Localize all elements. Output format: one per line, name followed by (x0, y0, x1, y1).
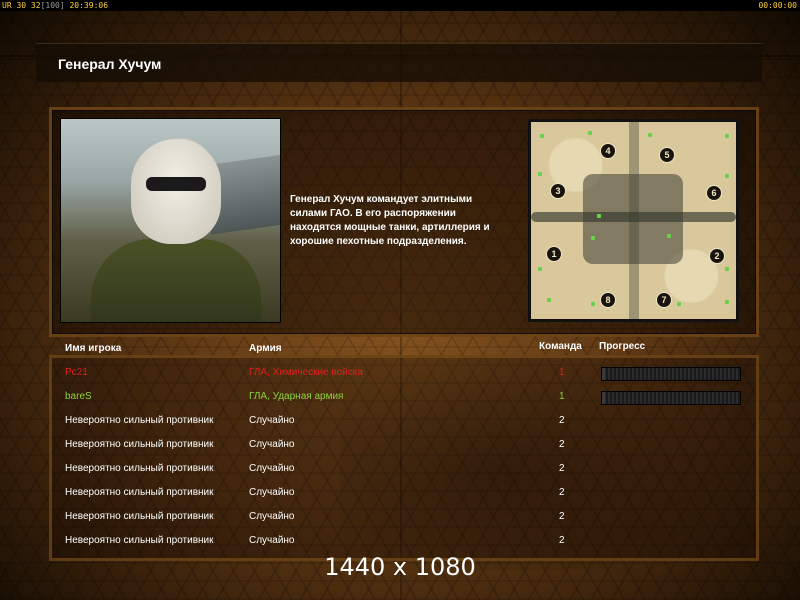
header-army: Армия (249, 343, 282, 354)
header-team: Команда (539, 341, 582, 352)
title-bar: Генерал Хучум (36, 43, 762, 82)
player-row[interactable]: Невероятно сильный противник Случайно 2 (65, 439, 745, 459)
supply-marker (648, 133, 652, 137)
status-bar: UR 30 32[100] 20:39:06 00:00:00 (0, 0, 800, 11)
status-timer: 00:00:00 (758, 1, 797, 10)
player-name: Невероятно сильный противник (65, 463, 214, 474)
player-team[interactable]: 2 (559, 511, 565, 522)
player-team[interactable]: 2 (559, 487, 565, 498)
player-team[interactable]: 2 (559, 463, 565, 474)
player-name: Невероятно сильный противник (65, 415, 214, 426)
supply-marker (725, 300, 729, 304)
player-name: Невероятно сильный противник (65, 487, 214, 498)
player-name: Невероятно сильный противник (65, 511, 214, 522)
supply-marker (591, 236, 595, 240)
player-name: bareS (65, 391, 92, 402)
status-left: UR 30 32[100] 20:39:06 (2, 0, 108, 11)
player-row[interactable]: Невероятно сильный противник Случайно 2 (65, 511, 745, 531)
resolution-label: 1440 x 1080 (324, 553, 476, 581)
minimap-river (531, 212, 736, 222)
start-position-1[interactable]: 1 (546, 246, 562, 262)
player-team[interactable]: 2 (559, 439, 565, 450)
player-row[interactable]: Невероятно сильный противник Случайно 2 (65, 535, 745, 555)
player-army[interactable]: ГЛА, Ударная армия (249, 391, 343, 402)
player-team[interactable]: 2 (559, 415, 565, 426)
player-army[interactable]: Случайно (249, 535, 295, 546)
general-description: Генерал Хучум командует элитными силами … (290, 194, 490, 247)
general-portrait (60, 118, 281, 323)
supply-marker (588, 131, 592, 135)
supply-marker (547, 298, 551, 302)
header-progress: Прогресс (599, 341, 646, 352)
supply-marker (725, 134, 729, 138)
progress-fill (602, 368, 605, 380)
start-position-4[interactable]: 4 (600, 143, 616, 159)
portrait-tank (211, 153, 280, 235)
supply-marker (538, 267, 542, 271)
status-clock: 20:39:06 (69, 1, 109, 10)
start-position-3[interactable]: 3 (550, 183, 566, 199)
player-name: Невероятно сильный противник (65, 535, 214, 546)
supply-marker (597, 214, 601, 218)
player-army[interactable]: Случайно (249, 439, 295, 450)
progress-fill (602, 392, 605, 404)
player-army[interactable]: Случайно (249, 487, 295, 498)
player-row[interactable]: Невероятно сильный противник Случайно 2 (65, 487, 745, 507)
portrait-glasses (146, 177, 206, 191)
player-army[interactable]: Случайно (249, 511, 295, 522)
supply-marker (725, 267, 729, 271)
loading-progress-bar (601, 391, 741, 405)
status-prefix: UR (2, 1, 12, 10)
player-row[interactable]: bareS ГЛА, Ударная армия 1 (65, 391, 745, 411)
start-position-5[interactable]: 5 (659, 147, 675, 163)
header-player-name: Имя игрока (65, 343, 122, 354)
player-row[interactable]: Pc21 ГЛА, Химические войска 1 (65, 367, 745, 387)
player-row[interactable]: Невероятно сильный противник Случайно 2 (65, 463, 745, 483)
start-position-6[interactable]: 6 (706, 185, 722, 201)
supply-marker (538, 172, 542, 176)
supply-marker (540, 134, 544, 138)
player-name: Невероятно сильный противник (65, 439, 214, 450)
player-army[interactable]: Случайно (249, 415, 295, 426)
supply-marker (667, 234, 671, 238)
supply-marker (677, 302, 681, 306)
start-position-8[interactable]: 8 (600, 292, 616, 308)
portrait-body (91, 239, 261, 322)
player-name: Pc21 (65, 367, 88, 378)
player-team[interactable]: 1 (559, 391, 565, 402)
player-row[interactable]: Невероятно сильный противник Случайно 2 (65, 415, 745, 435)
portrait-head-wrap (131, 139, 221, 244)
general-title: Генерал Хучум (58, 56, 162, 72)
player-army[interactable]: Случайно (249, 463, 295, 474)
status-values: 30 32 (16, 1, 41, 10)
start-position-2[interactable]: 2 (709, 248, 725, 264)
status-bracket: [100] (40, 1, 65, 10)
start-position-7[interactable]: 7 (656, 292, 672, 308)
supply-marker (725, 174, 729, 178)
loading-progress-bar (601, 367, 741, 381)
supply-marker (591, 302, 595, 306)
player-team[interactable]: 1 (559, 367, 565, 378)
player-army[interactable]: ГЛА, Химические войска (249, 367, 363, 378)
player-team[interactable]: 2 (559, 535, 565, 546)
minimap: 4 5 3 6 1 2 8 7 (528, 119, 739, 322)
